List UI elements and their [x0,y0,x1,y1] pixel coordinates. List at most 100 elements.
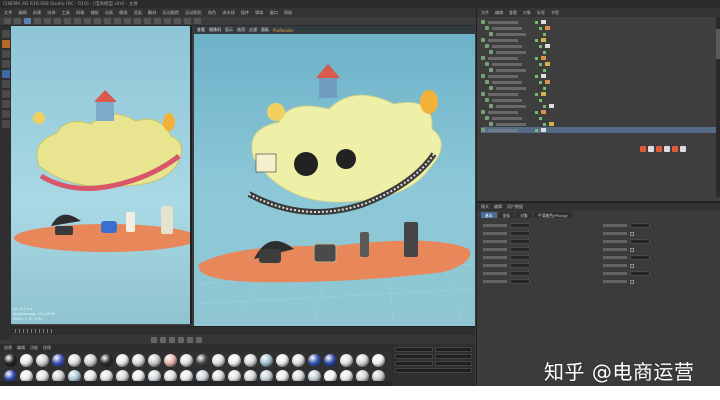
material-swatch[interactable] [148,354,161,367]
go-to-start-icon[interactable] [151,336,157,343]
visibility-icon[interactable] [543,68,546,72]
viewport-menu-cameras[interactable]: 摄像机 [209,27,221,33]
select-icon[interactable] [24,18,31,24]
attribute-field[interactable] [602,239,715,244]
tag-icon[interactable] [549,122,554,126]
om-menu-edit[interactable]: 编辑 [495,10,503,16]
viewport-menu-filter[interactable]: 过滤 [249,27,257,33]
viewport-menu-view[interactable]: 查看 [197,27,205,33]
menu-help[interactable]: 帮助 [284,10,292,16]
om-menu-file[interactable]: 文件 [481,10,489,16]
attribute-field[interactable] [483,263,595,268]
om-menu-objects[interactable]: 对象 [523,10,531,16]
material-swatch[interactable] [276,354,289,367]
attribute-value-field[interactable] [510,271,530,276]
menu-snap[interactable]: 捕捉 [90,10,98,16]
attribute-value-field[interactable] [510,255,530,260]
menu-animate[interactable]: 动画 [105,10,113,16]
menu-select[interactable]: 选择 [47,10,55,16]
material-swatch[interactable] [100,354,113,367]
go-to-end-icon[interactable] [187,336,193,343]
y-axis-icon[interactable] [74,18,81,24]
model-mode-icon[interactable] [1,40,10,48]
visibility-icon[interactable] [539,116,542,120]
attribute-field[interactable] [602,255,715,260]
visibility-icon[interactable] [543,104,546,108]
material-swatch[interactable] [116,354,129,367]
viewport-menu-prorender[interactable]: ProRender [273,28,294,33]
am-menu-edit[interactable]: 编辑 [494,204,502,210]
material-swatch[interactable] [260,354,273,367]
visibility-icon[interactable] [539,26,542,30]
pen-icon[interactable] [134,18,141,24]
attribute-value-field[interactable] [510,239,530,244]
tag-icon[interactable] [541,128,546,132]
visibility-icon[interactable] [535,92,538,96]
size-y-field[interactable] [434,354,472,359]
attribute-value-field[interactable] [510,263,530,268]
tag-icon[interactable] [541,38,546,42]
material-swatch[interactable] [228,354,241,367]
visibility-icon[interactable] [535,74,538,78]
visibility-icon[interactable] [543,50,546,54]
attribute-checkbox[interactable] [629,247,634,252]
visibility-icon[interactable] [543,32,546,36]
am-menu-userdata[interactable]: 用户数据 [507,204,523,210]
subdivision-icon[interactable] [144,18,151,24]
material-swatch[interactable] [84,354,97,367]
menu-tools[interactable]: 工具 [62,10,70,16]
record-icon[interactable] [196,336,202,343]
material-swatch[interactable] [164,354,177,367]
material-swatch[interactable] [68,354,81,367]
edges-mode-icon[interactable] [1,80,10,88]
visibility-icon[interactable] [535,20,538,24]
material-swatch[interactable] [292,354,305,367]
material-swatch[interactable] [4,354,17,367]
attribute-field[interactable] [483,279,595,284]
size-x-field[interactable] [434,347,472,352]
size-z-field[interactable] [434,361,472,366]
menu-edit[interactable]: 编辑 [18,10,26,16]
polygons-mode-icon[interactable] [1,90,10,98]
material-swatch[interactable] [308,354,321,367]
workplane-icon[interactable] [1,60,10,68]
material-swatch[interactable] [244,354,257,367]
attribute-field[interactable] [602,247,715,252]
tag-icon[interactable] [541,20,546,24]
lock-workplane-icon[interactable] [1,120,10,128]
material-swatch[interactable] [52,354,65,367]
menu-character[interactable]: 角色 [208,10,216,16]
apply-button[interactable] [395,368,472,373]
attribute-checkbox[interactable] [629,279,634,284]
om-menu-view[interactable]: 查看 [509,10,517,16]
attribute-value-field[interactable] [629,223,650,228]
object-scrollbar[interactable] [716,17,720,197]
tab-object[interactable]: 对象 [516,212,532,218]
x-axis-icon[interactable] [64,18,71,24]
material-swatch[interactable] [36,354,49,367]
visibility-icon[interactable] [543,86,546,90]
deformer-icon[interactable] [164,18,171,24]
texture-mode-icon[interactable] [1,50,10,58]
menu-simulate[interactable]: 模拟 [119,10,127,16]
move-icon[interactable] [34,18,41,24]
material-swatch[interactable] [180,354,193,367]
viewport-menu-display[interactable]: 显示 [225,27,233,33]
position-z-field[interactable] [395,361,433,366]
tab-phong[interactable]: 平滑着色(Phong) [533,212,572,218]
attribute-field[interactable] [483,271,595,276]
visibility-icon[interactable] [535,128,538,132]
visibility-icon[interactable] [539,44,542,48]
material-menu-create[interactable]: 创建 [4,345,12,351]
visibility-icon[interactable] [535,56,538,60]
tab-basic[interactable]: 基本 [481,212,497,218]
menu-motion-tracker[interactable]: 运动跟踪 [162,10,179,16]
attribute-checkbox[interactable] [629,263,634,268]
viewport-menu-options[interactable]: 选项 [237,27,245,33]
object-row[interactable] [481,127,716,133]
material-swatch[interactable] [132,354,145,367]
render-settings-icon[interactable] [114,18,121,24]
material-swatch[interactable] [340,354,353,367]
tag-icon[interactable] [541,74,546,78]
tag-icon[interactable] [549,104,554,108]
